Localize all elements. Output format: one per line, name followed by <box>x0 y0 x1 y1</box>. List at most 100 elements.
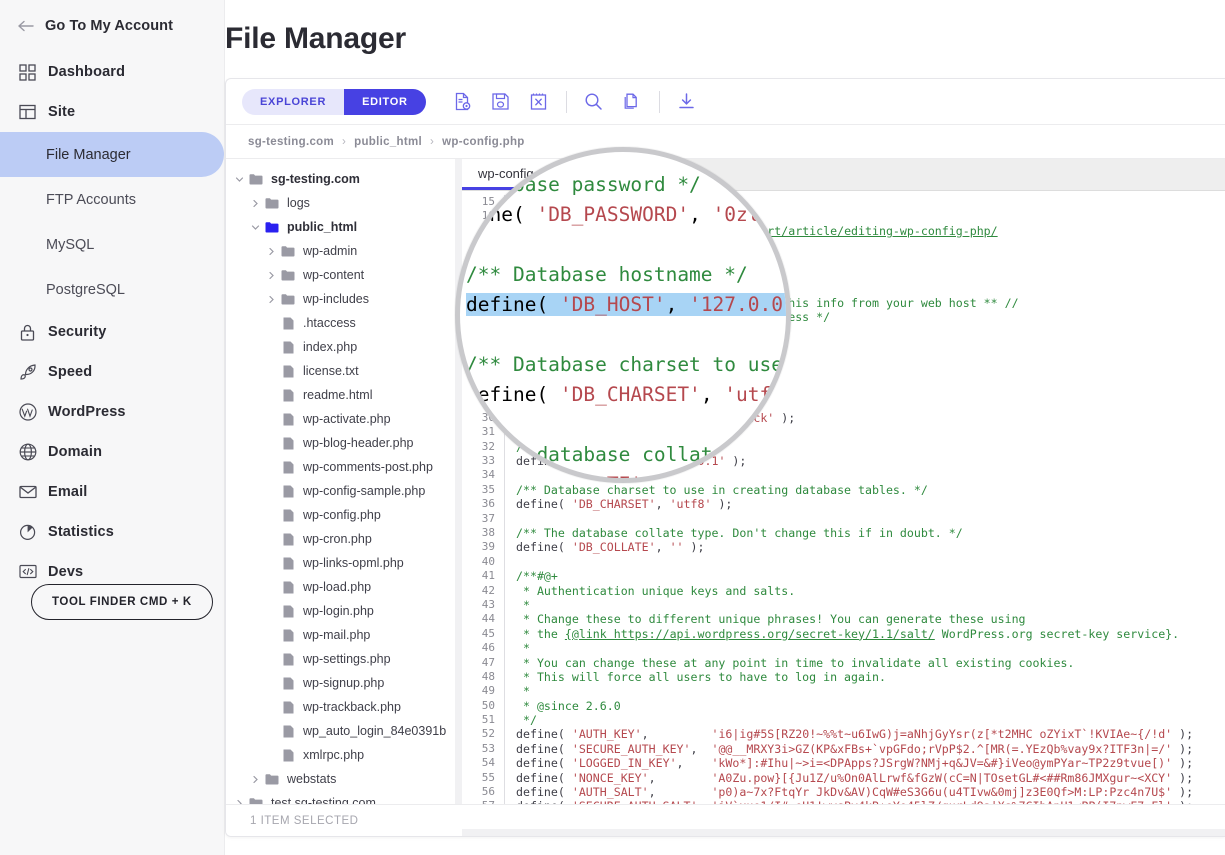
tree-folder[interactable]: wp-content <box>226 263 462 287</box>
chevron-right-icon[interactable] <box>232 799 246 804</box>
sidebar-item-file-manager[interactable]: File Manager <box>0 132 224 177</box>
sidebar-item-statistics[interactable]: Statistics <box>0 512 224 552</box>
code-token: , <box>634 324 649 339</box>
view-mode-switch[interactable]: EXPLORER EDITOR <box>242 88 426 115</box>
tree-file[interactable]: wp-blog-header.php <box>226 431 462 455</box>
sidebar-item-speed[interactable]: Speed <box>0 352 224 392</box>
tool-finder-button[interactable]: TOOL FINDER CMD + K <box>31 584 213 620</box>
sidebar-item-postgresql[interactable]: PostgreSQL <box>0 267 224 312</box>
code-line: 52 define( 'AUTH_KEY', 'i6|ig#5S[RZ20!~%%… <box>462 727 1225 742</box>
tree-folder[interactable]: wp-admin <box>226 239 462 263</box>
editor-tab-wp-config[interactable]: wp-config.php ✕ <box>462 159 591 190</box>
line-number: 18 <box>481 238 495 252</box>
chevron-right-icon[interactable] <box>248 775 262 784</box>
tree-node-label: readme.html <box>303 388 373 402</box>
tree-file[interactable]: license.txt <box>226 359 462 383</box>
tree-file[interactable]: index.php <box>226 335 462 359</box>
code-token: 'NONCE_KEY' <box>571 770 649 785</box>
code-token: 'SECURE_AUTH_KEY' <box>571 741 691 756</box>
download-icon[interactable] <box>668 86 706 118</box>
code-line-text: * <box>505 209 1225 223</box>
sidebar-item-ftp-accounts[interactable]: FTP Accounts <box>0 177 224 222</box>
horizontal-scrollbar[interactable] <box>462 829 1225 836</box>
tab-explorer[interactable]: EXPLORER <box>242 88 345 115</box>
chevron-right-icon[interactable] <box>264 271 278 280</box>
tree-file[interactable]: readme.html <box>226 383 462 407</box>
code-token: , <box>655 497 670 512</box>
line-number: 43 <box>481 597 495 611</box>
code-line-text: * Authentication unique keys and salts. <box>505 584 1225 598</box>
sidebar-item-label: WordPress <box>48 404 126 420</box>
sidebar-item-security[interactable]: Security <box>0 312 224 352</box>
code-line: 46 * <box>462 641 1225 656</box>
breadcrumb-item[interactable]: sg-testing.com <box>248 136 334 148</box>
tree-file[interactable]: wp_auto_login_84e0391b <box>226 719 462 743</box>
close-icon[interactable]: ✕ <box>567 165 578 181</box>
tree-file[interactable]: wp-comments-post.php <box>226 455 462 479</box>
code-line-text: define( 'NONCE_KEY', 'A0Zu.pow}[{Ju1Z/u%… <box>505 771 1225 785</box>
page-title: File Manager <box>225 22 406 55</box>
tree-file[interactable]: wp-mail.php <box>226 623 462 647</box>
chevron-down-icon[interactable] <box>232 175 246 184</box>
tree-file[interactable]: wp-trackback.php <box>226 695 462 719</box>
tree-node-label: xmlrpc.php <box>303 748 365 762</box>
code-line-text: * You can change these at any point in t… <box>505 656 1225 670</box>
tree-node-label: wp-trackback.php <box>303 700 401 714</box>
tree-file[interactable]: wp-settings.php <box>226 647 462 671</box>
breadcrumb-item[interactable]: wp-config.php <box>442 136 524 148</box>
sidebar-item-mysql[interactable]: MySQL <box>0 222 224 267</box>
breadcrumb-item[interactable]: public_html <box>354 136 422 148</box>
tree-folder[interactable]: public_html <box>226 215 462 239</box>
tree-folder[interactable]: logs <box>226 191 462 215</box>
close-file-icon[interactable] <box>520 86 558 118</box>
line-number: 57 <box>462 799 504 804</box>
tree-file[interactable]: wp-config-sample.php <box>226 479 462 503</box>
tree-node-label: wp-links-opml.php <box>303 556 404 570</box>
tree-folder[interactable]: test.sg-testing.com <box>226 791 462 804</box>
tree-file[interactable]: .htaccess <box>226 311 462 335</box>
sidebar-item-site[interactable]: Site <box>0 92 224 132</box>
search-icon[interactable] <box>575 86 613 118</box>
tree-file[interactable]: wp-config.php <box>226 503 462 527</box>
sidebar-item-dashboard[interactable]: Dashboard <box>0 52 224 92</box>
tree-node-label: wp-comments-post.php <box>303 460 433 474</box>
tree-file[interactable]: wp-load.php <box>226 575 462 599</box>
file-icon <box>278 413 298 426</box>
copy-icon[interactable] <box>613 86 651 118</box>
tree-file[interactable]: wp-login.php <box>226 599 462 623</box>
code-line-text <box>505 555 1225 569</box>
code-token: * Authentication unique keys and salts. <box>516 583 796 598</box>
sidebar-item-domain[interactable]: Domain <box>0 432 224 472</box>
chevron-right-icon[interactable] <box>264 247 278 256</box>
code-line-text: define( 'DB_USER', 'ukxoiobkqbqbf' ); <box>505 368 1225 382</box>
chevron-down-icon[interactable] <box>248 223 262 232</box>
sidebar-item-wordpress[interactable]: WordPress <box>0 392 224 432</box>
code-line: 32 /** Database hostname */ <box>462 439 1225 455</box>
tree-node-label: wp-signup.php <box>303 676 385 690</box>
code-token: /** Database hostname */ <box>516 439 684 454</box>
sidebar-item-email[interactable]: Email <box>0 472 224 512</box>
line-number: 47 <box>481 655 495 669</box>
tree-folder[interactable]: wp-includes <box>226 287 462 311</box>
tree-file[interactable]: wp-activate.php <box>226 407 462 431</box>
code-line-text: /**#@+ <box>505 569 1225 583</box>
new-file-icon[interactable] <box>444 86 482 118</box>
file-icon <box>278 581 298 594</box>
sidebar-item-label: Email <box>48 484 88 500</box>
go-to-my-account-link[interactable]: Go To My Account <box>0 10 224 42</box>
file-icon <box>278 365 298 378</box>
chevron-right-icon[interactable] <box>248 199 262 208</box>
tree-folder[interactable]: webstats <box>226 767 462 791</box>
tree-file[interactable]: wp-signup.php <box>226 671 462 695</box>
file-tree[interactable]: sg-testing.com logs public_html wp-admin wp-… <box>226 159 462 804</box>
chevron-right-icon[interactable] <box>264 295 278 304</box>
tree-file[interactable]: xmlrpc.php <box>226 743 462 767</box>
line-number: 38 <box>481 525 495 539</box>
tree-folder[interactable]: sg-testing.com <box>226 167 462 191</box>
tab-editor[interactable]: EDITOR <box>344 88 426 115</box>
save-icon[interactable] <box>482 86 520 118</box>
tree-file[interactable]: wp-cron.php <box>226 527 462 551</box>
tree-file[interactable]: wp-links-opml.php <box>226 551 462 575</box>
code-token: 'utf8' <box>669 497 712 512</box>
code-area[interactable]: 15 * * ABSPATH 16 * 17 * @link https://wor… <box>462 191 1225 804</box>
